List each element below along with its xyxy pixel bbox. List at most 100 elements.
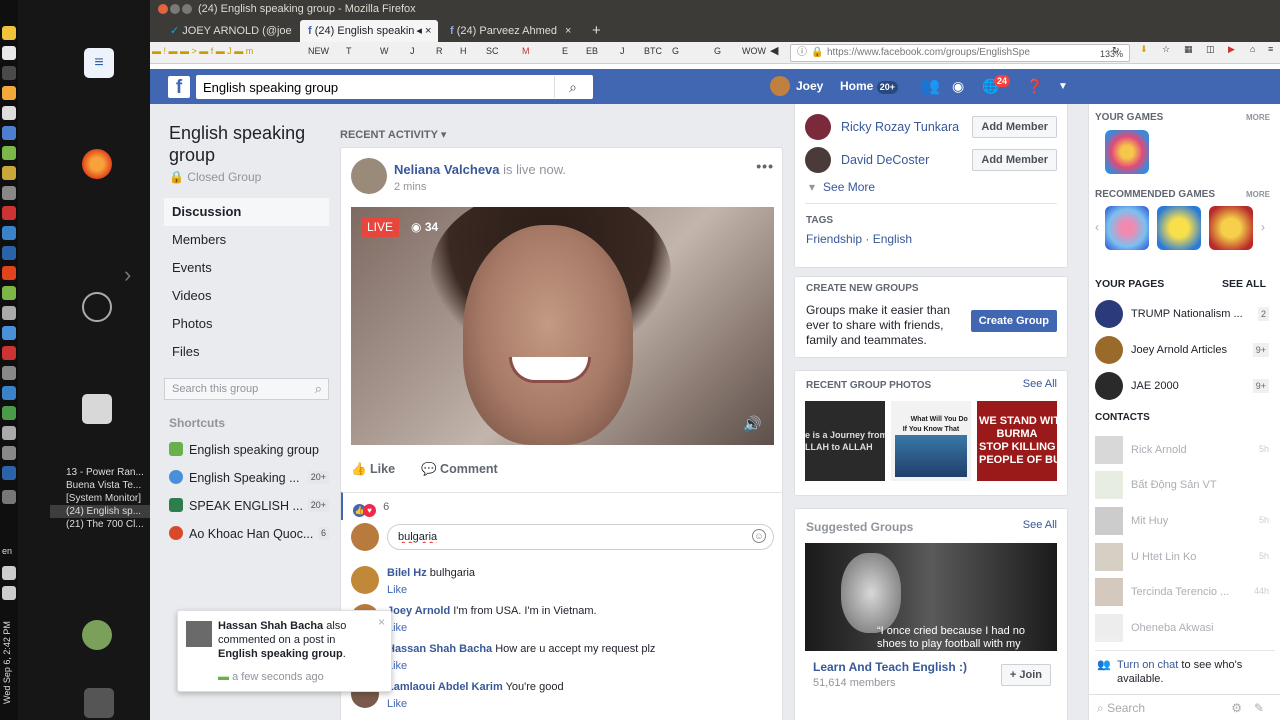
contact-item[interactable]: Bất Động Sản VT (1095, 471, 1269, 499)
speaker-icon[interactable]: ◂ (416, 25, 422, 37)
maximize-window-button[interactable] (182, 4, 192, 14)
notification-popup[interactable]: Hassan Shah Bacha also commented on a po… (177, 610, 392, 692)
bookmark-item[interactable]: SC (486, 46, 499, 56)
avatar[interactable] (351, 158, 387, 194)
comment-author[interactable]: Hassan Shah Bacha (387, 643, 492, 655)
nav-members[interactable]: Members (164, 226, 329, 254)
tab-english-speaking-group[interactable]: f (24) English speakin ◂ × (300, 20, 438, 42)
ubuntu-icon[interactable] (82, 292, 112, 322)
bookmark-item[interactable]: EB (586, 46, 598, 56)
firefox-icon[interactable] (82, 149, 112, 179)
grid-icon[interactable] (2, 166, 16, 180)
bookmark-item[interactable]: BTC (644, 46, 662, 56)
nav-photos[interactable]: Photos (164, 310, 329, 338)
page-item[interactable]: Joey Arnold Articles 9+ (1095, 336, 1269, 366)
app-icon[interactable] (2, 446, 16, 460)
bookmark-item[interactable]: WOW (742, 46, 766, 56)
chrome-icon[interactable] (2, 246, 16, 260)
task-window-item[interactable]: (24) English sp... (50, 505, 150, 518)
contact-item[interactable]: Rick Arnold 5h (1095, 436, 1269, 464)
home-link[interactable]: Home 20+ (840, 69, 898, 104)
bookmark-item[interactable]: E (562, 46, 568, 56)
page-item[interactable]: JAE 2000 9+ (1095, 372, 1269, 402)
text-editor-icon[interactable] (2, 106, 16, 120)
spreadsheet-icon[interactable] (2, 146, 16, 160)
volume-icon[interactable] (2, 566, 16, 580)
group-photo[interactable]: WE STAND WITH BURMA STOP KILLING INNOCEN… (977, 401, 1057, 481)
shortcut-item[interactable]: English Speaking ... 20+ (164, 464, 329, 492)
messenger-icon[interactable]: ◉ (952, 69, 964, 104)
avatar[interactable] (351, 566, 379, 594)
live-video[interactable]: LIVE ◉ 34 🔊 (351, 207, 774, 445)
recent-activity-heading[interactable]: RECENT ACTIVITY ▾ (340, 128, 446, 141)
pages-see-all-link[interactable]: SEE ALL (1222, 278, 1266, 290)
contact-item[interactable]: Mit Huy 5h (1095, 507, 1269, 535)
contact-item[interactable]: Oheneba Akwasi (1095, 614, 1269, 642)
globe-icon[interactable]: 🌐 24 (982, 69, 1011, 104)
avatar[interactable] (805, 147, 831, 173)
game-icon[interactable] (1105, 206, 1149, 250)
add-member-button[interactable]: Add Member (972, 149, 1057, 171)
settings-icon[interactable] (2, 306, 16, 320)
group-title[interactable]: English speaking group (164, 122, 329, 166)
home-icon[interactable]: ⌂ (1250, 44, 1255, 54)
facebook-logo-icon[interactable]: f (168, 76, 190, 98)
emoji-icon[interactable]: ☺ (752, 529, 766, 543)
comment-author[interactable]: Bilel Hz (387, 567, 427, 579)
photos-see-all-link[interactable]: See All (1023, 378, 1057, 390)
reload-icon[interactable]: ↻ (1112, 45, 1120, 56)
bookmark-item[interactable]: NEW (308, 46, 329, 56)
bookmark-item[interactable]: M (522, 46, 530, 56)
join-button[interactable]: + Join (1000, 664, 1051, 686)
see-more-link[interactable]: ▾ See More (809, 180, 875, 194)
clock[interactable]: Wed Sep 6, 2:42 PM (2, 604, 16, 704)
facebook-search-input[interactable] (196, 75, 593, 99)
download-icon[interactable]: ⬇ (1140, 44, 1148, 55)
more-options-icon[interactable]: ••• (756, 158, 774, 174)
bitcoin-icon[interactable] (2, 26, 16, 40)
chevron-down-icon[interactable]: ▼ (1058, 69, 1068, 104)
chevron-right-icon[interactable]: › (1261, 220, 1265, 234)
keyboard-layout-indicator[interactable]: en (2, 546, 12, 556)
avatar[interactable] (805, 114, 831, 140)
search-icon[interactable]: ⌕ (315, 379, 322, 399)
volume-icon[interactable]: 🔊 (743, 415, 762, 433)
menu-icon[interactable]: ≡ (1268, 44, 1273, 54)
comment-like-link[interactable]: Like (387, 584, 407, 596)
tab-parveez-ahmed[interactable]: f (24) Parveez Ahmed × (442, 20, 582, 42)
nav-discussion[interactable]: Discussion (164, 198, 329, 226)
task-window-item[interactable]: 13 - Power Ran... (50, 466, 150, 479)
app-icon[interactable] (2, 66, 16, 80)
keyboard-icon[interactable] (2, 426, 16, 440)
app-icon[interactable] (2, 206, 16, 220)
bookmark-item[interactable]: J (410, 46, 415, 56)
close-window-button[interactable] (158, 4, 168, 14)
user-icon[interactable] (82, 620, 112, 650)
task-window-item[interactable]: [System Monitor] (50, 492, 150, 505)
post-author[interactable]: Neliana Valcheva is live now. (394, 162, 566, 177)
url-bar[interactable]: ⓘ 🔒 https://www.facebook.com/groups/Engl… (790, 44, 1130, 62)
candy-crush-game-icon[interactable] (1105, 130, 1149, 174)
chromium-icon[interactable] (2, 326, 16, 340)
group-photo[interactable]: What Will You Do If You Know That (891, 401, 971, 481)
youtube-icon[interactable]: ▶ (1228, 44, 1235, 55)
create-group-button[interactable]: Create Group (970, 310, 1057, 332)
compose-icon[interactable]: ✎ (1254, 695, 1264, 720)
bookmark-item[interactable]: G (714, 46, 721, 56)
bookmark-item[interactable]: T (346, 46, 352, 56)
info-icon[interactable]: ⓘ (797, 45, 807, 61)
member-name[interactable]: Ricky Rozay Tunkara (841, 120, 959, 134)
chat-search-input[interactable]: ⌕ Search ⚙ ✎ (1089, 694, 1280, 720)
close-tab-icon[interactable]: × (425, 25, 431, 37)
task-window-item[interactable]: (21) The 700 Cl... (50, 518, 150, 531)
new-tab-button[interactable]: + (584, 20, 606, 42)
shortcut-item[interactable]: English speaking group (164, 436, 329, 464)
shortcut-item[interactable]: Ao Khoac Han Quoc... 6 (164, 520, 329, 548)
comment-author[interactable]: Joey Arnold (387, 605, 450, 617)
comment-author[interactable]: Lamlaoui Abdel Karim (387, 681, 503, 693)
archive-icon[interactable] (82, 394, 112, 424)
calendar-icon[interactable] (2, 126, 16, 140)
search-icon[interactable]: ⌕ (554, 76, 591, 98)
add-member-button[interactable]: Add Member (972, 116, 1057, 138)
profile-link[interactable]: Joey (770, 69, 823, 104)
